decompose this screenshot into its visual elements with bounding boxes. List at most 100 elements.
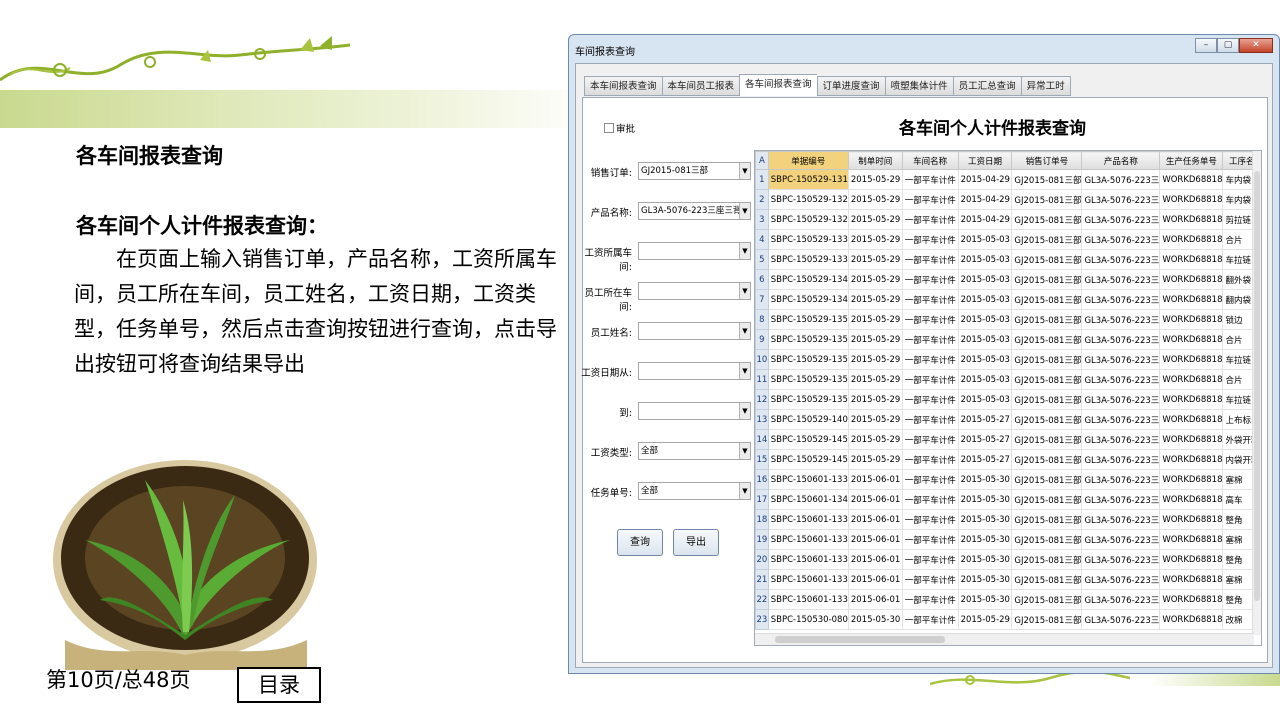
table-cell[interactable]: WORKD68818 — [1159, 609, 1224, 630]
product-combo[interactable]: GL3A-5076-223三座三背垫 ▼ — [638, 202, 751, 220]
row-number[interactable]: 17 — [755, 489, 769, 510]
table-cell[interactable]: 2015-05-03 — [957, 289, 1013, 310]
table-cell[interactable]: WORKD68818 — [1159, 269, 1224, 290]
table-cell[interactable]: GJ2015-081三部 — [1011, 349, 1083, 370]
row-number[interactable]: 5 — [755, 249, 769, 270]
row-number[interactable]: 22 — [755, 589, 769, 610]
row-number[interactable]: 1 — [755, 169, 769, 190]
table-cell[interactable]: SBPC-150601-133 — [767, 529, 849, 550]
table-cell[interactable]: GJ2015-081三部 — [1011, 209, 1083, 230]
table-cell[interactable]: 2015-05-27 — [957, 429, 1013, 450]
table-cell[interactable]: GL3A-5076-223三 — [1081, 389, 1161, 410]
task-no-combo[interactable]: 全部 ▼ — [638, 482, 751, 500]
table-cell[interactable]: 2015-05-30 — [957, 529, 1013, 550]
row-number[interactable]: 8 — [755, 309, 769, 330]
table-cell[interactable]: 一部平车计件 — [901, 469, 959, 490]
table-cell[interactable]: GL3A-5076-223三 — [1081, 269, 1161, 290]
table-cell[interactable]: GJ2015-081三部 — [1011, 249, 1083, 270]
table-cell[interactable]: GJ2015-081三部 — [1011, 609, 1083, 630]
table-cell[interactable]: SBPC-150601-133 — [767, 469, 849, 490]
table-cell[interactable]: SBPC-150530-080 — [767, 609, 849, 630]
query-button[interactable]: 查询 — [617, 529, 663, 556]
table-cell[interactable]: GL3A-5076-223三 — [1081, 369, 1161, 390]
table-cell[interactable]: WORKD68818 — [1159, 349, 1224, 370]
table-cell[interactable]: SBPC-150601-134 — [767, 489, 849, 510]
row-number[interactable]: 14 — [755, 429, 769, 450]
table-row[interactable]: 19 SBPC-150601-133 2015-06-01 一部平车计件 2015-05… — [755, 529, 1261, 550]
table-cell[interactable]: SBPC-150529-132 — [767, 189, 849, 210]
table-cell[interactable]: GL3A-5076-223三 — [1081, 329, 1161, 350]
tab-employee-summary[interactable]: 员工汇总查询 — [952, 76, 1021, 96]
table-row[interactable]: 5 SBPC-150529-133 2015-05-29 一部平车计件 2015-05-… — [755, 249, 1261, 270]
table-cell[interactable]: 2015-05-30 — [957, 549, 1013, 570]
horizontal-scrollbar[interactable] — [755, 633, 1254, 645]
table-cell[interactable]: 2015-05-03 — [957, 309, 1013, 330]
table-cell[interactable]: GL3A-5076-223三 — [1081, 549, 1161, 570]
table-cell[interactable]: 一部平车计件 — [901, 449, 959, 470]
date-from-combo[interactable]: ▼ — [638, 362, 751, 380]
table-cell[interactable]: GL3A-5076-223三 — [1081, 349, 1161, 370]
row-number[interactable]: 20 — [755, 549, 769, 570]
table-cell[interactable]: GL3A-5076-223三 — [1081, 589, 1161, 610]
table-cell[interactable]: 2015-05-29 — [847, 409, 903, 430]
table-row[interactable]: 17 SBPC-150601-134 2015-06-01 一部平车计件 2015-05… — [755, 489, 1261, 510]
table-cell[interactable]: SBPC-150529-135 — [767, 369, 849, 390]
table-cell[interactable]: SBPC-150529-134 — [767, 269, 849, 290]
table-cell[interactable]: 2015-05-29 — [847, 429, 903, 450]
table-cell[interactable]: 2015-05-03 — [957, 369, 1013, 390]
table-cell[interactable]: WORKD68818 — [1159, 529, 1224, 550]
chevron-down-icon[interactable]: ▼ — [739, 363, 750, 379]
table-cell[interactable]: GL3A-5076-223三 — [1081, 409, 1161, 430]
table-cell[interactable]: 2015-05-29 — [847, 389, 903, 410]
table-row[interactable]: 7 SBPC-150529-134 2015-05-29 一部平车计件 2015-05-… — [755, 289, 1261, 310]
table-cell[interactable]: 2015-05-30 — [957, 569, 1013, 590]
column-header[interactable]: 制单时间 — [847, 151, 903, 170]
table-cell[interactable]: WORKD68818 — [1159, 209, 1224, 230]
table-cell[interactable]: 2015-05-30 — [957, 469, 1013, 490]
table-cell[interactable]: GJ2015-081三部 — [1011, 469, 1083, 490]
table-cell[interactable]: GJ2015-081三部 — [1011, 269, 1083, 290]
table-cell[interactable]: GL3A-5076-223三 — [1081, 429, 1161, 450]
table-cell[interactable]: GJ2015-081三部 — [1011, 569, 1083, 590]
table-cell[interactable]: WORKD68818 — [1159, 509, 1224, 530]
audit-checkbox[interactable] — [604, 123, 614, 133]
table-cell[interactable]: 2015-06-01 — [847, 469, 903, 490]
table-cell[interactable]: GL3A-5076-223三 — [1081, 509, 1161, 530]
table-cell[interactable]: GL3A-5076-223三 — [1081, 209, 1161, 230]
table-cell[interactable]: WORKD68818 — [1159, 169, 1224, 190]
row-number[interactable]: 18 — [755, 509, 769, 530]
table-cell[interactable]: 2015-05-30 — [847, 609, 903, 630]
table-row[interactable]: 4 SBPC-150529-133 2015-05-29 一部平车计件 2015-05-… — [755, 229, 1261, 250]
row-number[interactable]: 12 — [755, 389, 769, 410]
table-row[interactable]: 14 SBPC-150529-145 2015-05-29 一部平车计件 2015-05… — [755, 429, 1261, 450]
table-cell[interactable]: SBPC-150529-135 — [767, 329, 849, 350]
table-cell[interactable]: WORKD68818 — [1159, 409, 1224, 430]
table-cell[interactable]: GL3A-5076-223三 — [1081, 569, 1161, 590]
table-cell[interactable]: 一部平车计件 — [901, 549, 959, 570]
table-row[interactable]: 22 SBPC-150601-133 2015-06-01 一部平车计件 2015-05… — [755, 589, 1261, 610]
table-cell[interactable]: GJ2015-081三部 — [1011, 369, 1083, 390]
table-cell[interactable]: 一部平车计件 — [901, 589, 959, 610]
chevron-down-icon[interactable]: ▼ — [739, 283, 750, 299]
table-cell[interactable]: 一部平车计件 — [901, 189, 959, 210]
table-cell[interactable]: GJ2015-081三部 — [1011, 449, 1083, 470]
table-cell[interactable]: 一部平车计件 — [901, 389, 959, 410]
table-cell[interactable]: WORKD68818 — [1159, 369, 1224, 390]
table-cell[interactable]: 2015-04-29 — [957, 189, 1013, 210]
table-cell[interactable]: GJ2015-081三部 — [1011, 589, 1083, 610]
row-number[interactable]: 11 — [755, 369, 769, 390]
pay-workshop-combo[interactable]: ▼ — [638, 242, 751, 260]
table-cell[interactable]: 一部平车计件 — [901, 569, 959, 590]
table-cell[interactable]: GJ2015-081三部 — [1011, 509, 1083, 530]
table-cell[interactable]: GJ2015-081三部 — [1011, 229, 1083, 250]
table-row[interactable]: 8 SBPC-150529-135 2015-05-29 一部平车计件 2015-05-… — [755, 309, 1261, 330]
table-cell[interactable]: 2015-05-29 — [847, 349, 903, 370]
table-row[interactable]: 13 SBPC-150529-140 2015-05-29 一部平车计件 2015-05… — [755, 409, 1261, 430]
table-cell[interactable]: WORKD68818 — [1159, 469, 1224, 490]
table-cell[interactable]: SBPC-150529-140 — [767, 409, 849, 430]
table-cell[interactable]: SBPC-150529-134 — [767, 289, 849, 310]
table-cell[interactable]: WORKD68818 — [1159, 309, 1224, 330]
column-header[interactable]: 单据编号 — [767, 151, 849, 170]
emp-workshop-combo[interactable]: ▼ — [638, 282, 751, 300]
table-cell[interactable]: 2015-05-30 — [957, 589, 1013, 610]
